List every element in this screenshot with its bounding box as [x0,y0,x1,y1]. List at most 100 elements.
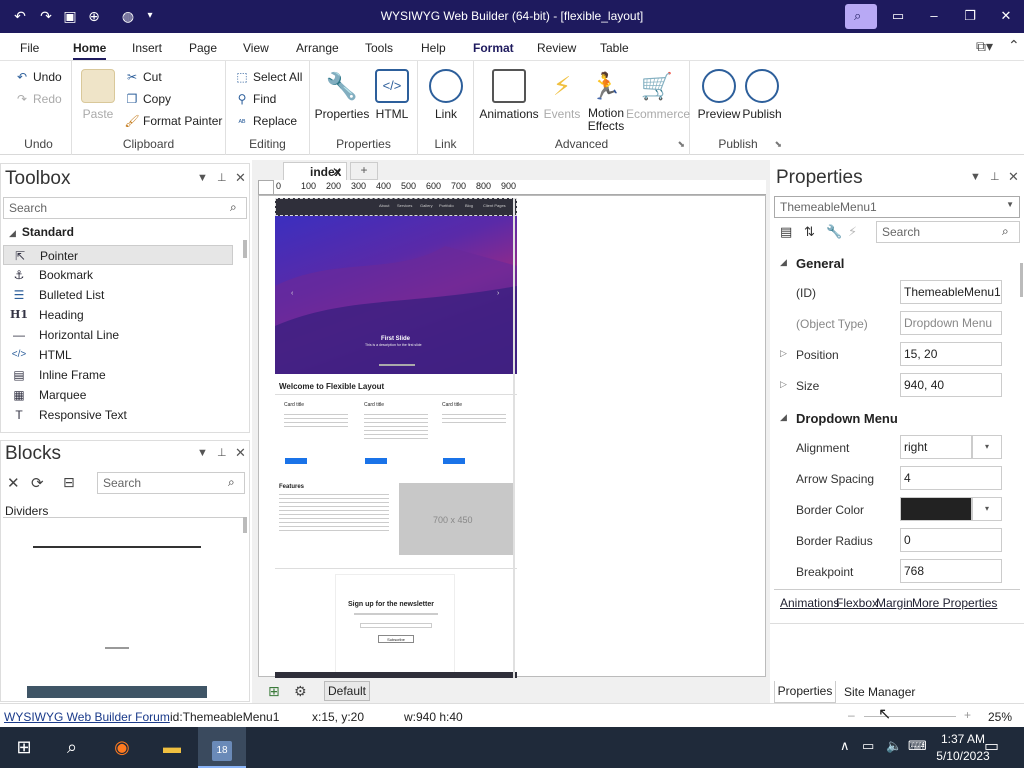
tool-bulleted-list[interactable]: ☰ Bulleted List [3,285,233,305]
properties-search-input[interactable]: Search [876,221,1020,243]
divider-block-preview[interactable] [105,647,129,649]
section-dropdown-menu[interactable]: ◢ Dropdown Menu [780,411,898,426]
toolbox-search-input[interactable]: Search [3,197,247,219]
menu-arrange[interactable]: Arrange [296,41,339,55]
zoom-out-icon[interactable]: – [848,708,855,722]
menu-page[interactable]: Page [189,41,217,55]
slide-indicators[interactable] [379,364,415,366]
wysiwyg-taskbar-button[interactable]: 18 [198,727,246,768]
tool-marquee[interactable]: ▦ Marquee [3,385,233,405]
link-more-properties[interactable]: More Properties [912,596,997,610]
events-button[interactable]: ⚡ Events [542,69,582,121]
keyboard-icon[interactable]: ⌨ [908,738,927,754]
replace-button[interactable]: ᴬᴮ Replace [234,114,298,128]
dialog-launcher-icon[interactable]: ⬊ [677,139,685,150]
menu-home[interactable]: Home [73,41,107,60]
page-preview[interactable]: About Services Gallery Portfolio Blog Cl… [275,198,517,678]
firefox-taskbar-button[interactable]: ◉ [98,727,146,768]
events-icon[interactable]: ⚡ [848,224,857,240]
dialog-launcher-icon[interactable]: ⬊ [774,139,782,150]
find-button[interactable]: ⚲ Find [234,92,277,106]
divider-block-preview[interactable] [27,686,207,698]
properties-button[interactable]: 🔧 Properties [314,69,370,121]
nav-item[interactable]: Gallery [420,203,433,208]
menu-table[interactable]: Table [600,41,629,55]
paste-button[interactable]: Paste [78,69,118,121]
menu-help[interactable]: Help [421,41,446,55]
tool-pointer[interactable]: ⇱ Pointer [3,245,233,265]
tab-properties[interactable]: Properties [774,681,836,703]
sort-icon[interactable]: ⇅ [804,224,815,240]
border-color-swatch[interactable] [900,497,972,521]
folder-icon[interactable]: ⊟ [63,474,75,491]
alignment-field[interactable]: right [900,435,972,459]
publish-button[interactable]: Publish [740,69,784,121]
link-animations[interactable]: Animations [780,596,839,610]
menu-view[interactable]: View [243,41,269,55]
card-button[interactable] [285,458,307,464]
tool-html[interactable]: </> HTML [3,345,233,365]
link-margin[interactable]: Margin [876,596,913,610]
network-icon[interactable]: ▭ [862,738,874,754]
design-canvas[interactable]: About Services Gallery Portfolio Blog Cl… [258,195,766,678]
minimize-button[interactable]: – [916,4,952,28]
link-flexbox[interactable]: Flexbox [836,596,878,610]
menu-insert[interactable]: Insert [132,41,162,55]
panel-menu-icon[interactable]: ▼ [197,447,208,459]
chevron-up-icon[interactable]: ∧ [840,738,850,754]
toolbox-scrollbar[interactable] [243,240,247,258]
page-settings-icon[interactable]: ⚙ [294,683,307,700]
arrow-spacing-field[interactable]: 4 [900,466,1002,490]
subscribe-button[interactable]: Subscribe [378,635,414,643]
wrench-icon[interactable]: 🔧 [826,224,842,240]
close-icon[interactable]: ✕ [1008,169,1019,185]
panel-menu-icon[interactable]: ▼ [970,171,981,183]
window-layout-icon[interactable]: ⧉▾ [976,38,993,55]
menu-format[interactable]: Format [473,41,514,55]
section-general[interactable]: ◢ General [780,256,844,271]
nav-item[interactable]: Services [397,203,412,208]
cut-button[interactable]: ✂ Cut [124,70,162,84]
pin-icon[interactable]: ⊥ [990,170,1000,183]
categorized-icon[interactable]: ▤ [780,224,792,240]
next-slide-icon[interactable]: › [497,290,499,297]
clock-time[interactable]: 1:37 AM [938,732,988,746]
link-button[interactable]: Link [426,69,466,121]
ribbon-display-icon[interactable]: ▭ [880,4,916,28]
redo-button[interactable]: ↷ Redo [14,92,62,106]
nav-item[interactable]: Blog [465,203,473,208]
nav-item[interactable]: Portfolio [439,203,454,208]
card[interactable]: Card title [281,400,353,470]
explorer-taskbar-button[interactable]: ▬ [148,727,196,768]
volume-icon[interactable]: 🔈 [886,738,902,754]
card[interactable]: Card title [361,400,433,470]
tab-index[interactable]: index ✕ [283,162,347,180]
restore-button[interactable]: ❐ [952,4,988,28]
slideshow[interactable]: ‹ › First Slide This is a description fo… [275,216,517,374]
animations-button[interactable]: Animations [478,69,540,121]
new-tab-button[interactable]: + [350,162,378,180]
properties-scrollbar[interactable] [1020,263,1023,297]
delete-icon[interactable]: ✕ [7,474,20,492]
select-all-button[interactable]: ⬚ Select All [234,70,302,84]
blocks-scrollbar[interactable] [243,517,247,533]
close-button[interactable]: ✕ [988,4,1024,28]
search-button[interactable]: ⌕ [845,4,877,29]
forum-link[interactable]: WYSIWYG Web Builder Forum [4,710,170,724]
expand-icon[interactable]: ▷ [780,348,787,359]
border-radius-field[interactable]: 0 [900,528,1002,552]
menu-review[interactable]: Review [537,41,576,55]
size-field[interactable]: 940, 40 [900,373,1002,397]
preview-button[interactable]: Preview [694,69,744,121]
pin-icon[interactable]: ⊥ [217,171,227,184]
menu-file[interactable]: File [20,41,39,55]
newsletter-section[interactable]: Sign up for the newsletter Subscribe [335,574,455,678]
collapse-ribbon-icon[interactable]: ⌃ [1008,37,1020,54]
nav-item[interactable]: About [379,203,389,208]
card-button[interactable] [443,458,465,464]
close-tab-icon[interactable]: ✕ [332,165,342,179]
notifications-icon[interactable]: ▭ [984,736,999,756]
ecommerce-button[interactable]: 🛒 Ecommerce [626,69,690,121]
menu-tools[interactable]: Tools [365,41,393,55]
refresh-icon[interactable]: ⟳ [31,474,44,492]
